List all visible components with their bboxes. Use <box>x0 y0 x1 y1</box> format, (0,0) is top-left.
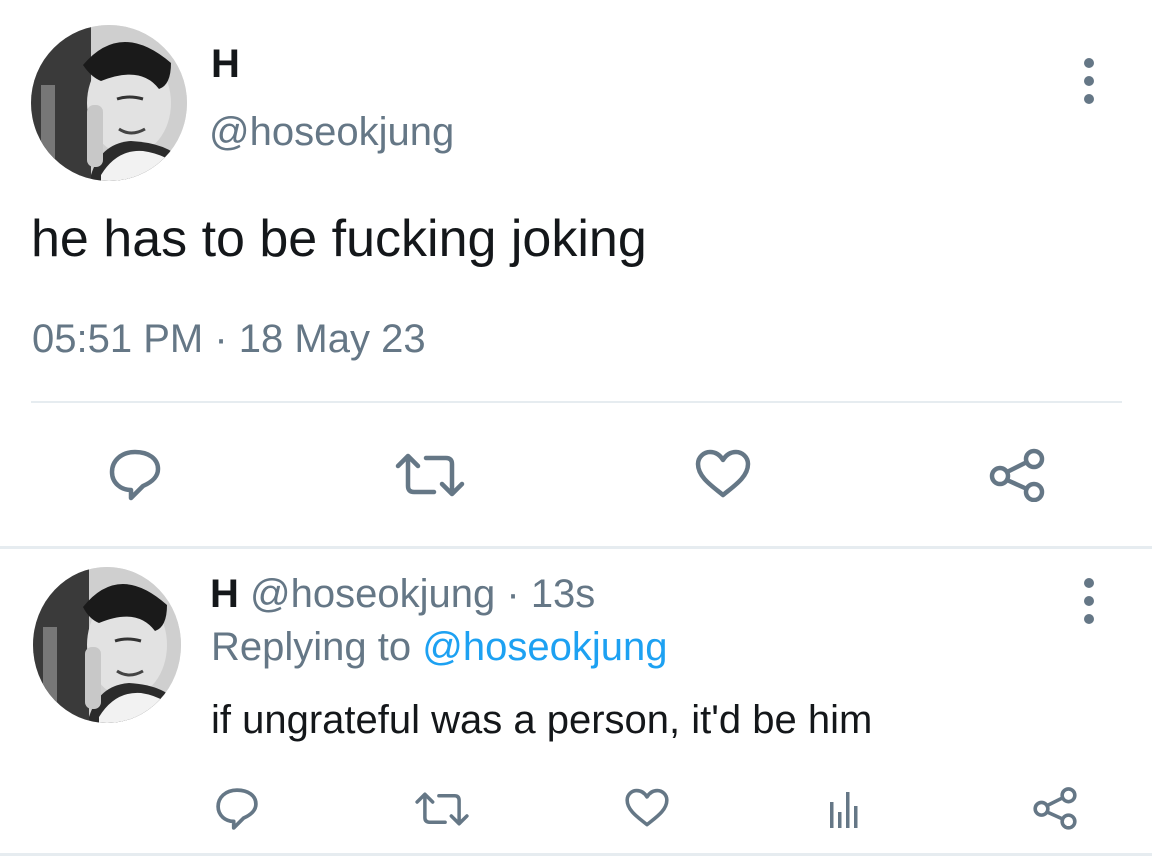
dot-icon <box>1084 596 1094 606</box>
tweet-timestamp: 05:51 PM · 18 May 23 <box>32 314 426 364</box>
replying-to-label: Replying to <box>211 625 412 669</box>
tweet-time: 05:51 PM <box>32 317 204 361</box>
share-button[interactable] <box>988 448 1046 502</box>
reply-time-ago: 13s <box>530 572 596 616</box>
replying-to-mention-link[interactable]: @hoseokjung <box>422 625 667 669</box>
avatar-photo <box>31 25 187 181</box>
author-handle[interactable]: @hoseokjung <box>209 108 454 156</box>
avatar-photo <box>33 567 181 723</box>
reply-author-name[interactable]: H <box>210 572 239 616</box>
reply-analytics-button[interactable] <box>828 788 860 828</box>
analytics-icon <box>830 792 858 828</box>
reply-text: if ungrateful was a person, it'd be him <box>211 698 873 742</box>
retweet-icon <box>415 792 469 826</box>
divider <box>31 401 1122 403</box>
dot-icon <box>1084 58 1094 68</box>
retweet-button[interactable] <box>394 452 466 498</box>
reply-icon <box>109 449 161 501</box>
like-icon <box>625 788 669 827</box>
divider <box>0 546 1152 549</box>
dot-icon <box>1084 94 1094 104</box>
reply-reply-button[interactable] <box>214 786 260 832</box>
reply-icon <box>216 788 258 830</box>
retweet-icon <box>395 453 465 497</box>
reply-share-button[interactable] <box>1032 786 1078 830</box>
tweet-date: 18 May 23 <box>238 317 426 361</box>
timestamp-separator: · <box>214 317 228 361</box>
dot-icon <box>1084 578 1094 588</box>
tweet-text: he has to be fucking joking <box>31 210 647 268</box>
header-separator: · <box>506 572 520 616</box>
reply-header: H @hoseokjung · 13s <box>210 570 595 618</box>
divider <box>0 853 1152 856</box>
dot-icon <box>1084 614 1094 624</box>
author-name[interactable]: H <box>211 40 240 88</box>
dot-icon <box>1084 76 1094 86</box>
like-button[interactable] <box>694 449 752 499</box>
like-icon <box>695 449 751 498</box>
more-options-button[interactable] <box>1082 58 1096 104</box>
reply-like-button[interactable] <box>624 788 670 828</box>
main-avatar[interactable] <box>31 25 187 181</box>
share-icon <box>1033 787 1077 830</box>
replying-to: Replying to @hoseokjung <box>211 622 667 672</box>
reply-retweet-button[interactable] <box>414 791 470 827</box>
reply-more-options-button[interactable] <box>1082 578 1096 624</box>
share-icon <box>989 448 1045 502</box>
reply-button[interactable] <box>107 448 163 502</box>
reply-avatar[interactable] <box>33 567 181 723</box>
reply-author-handle[interactable]: @hoseokjung <box>250 572 495 616</box>
